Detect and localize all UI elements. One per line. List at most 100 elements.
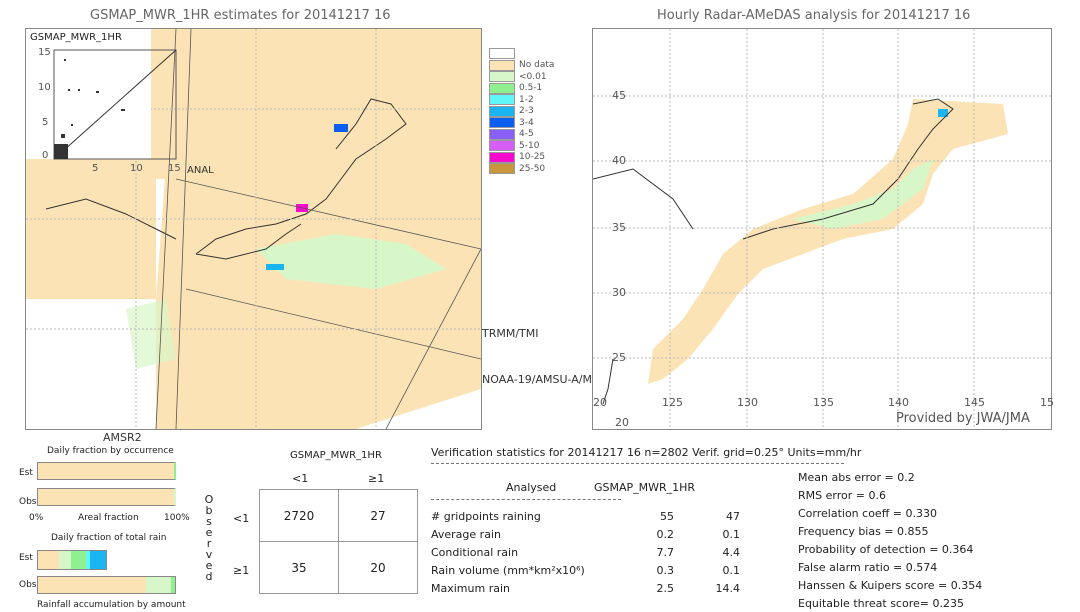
scatter-x-tick: 10	[130, 163, 143, 174]
stat-analysed: 0.3	[656, 564, 675, 577]
left-map-title: GSMAP_MWR_1HR estimates for 20141217 16	[90, 8, 391, 23]
obs-occurrence-bar	[37, 488, 176, 506]
col-header: <1	[292, 472, 309, 485]
col-analysed: Analysed	[506, 481, 557, 494]
stat-estimate: 4.4	[722, 546, 741, 559]
score-item: Frequency bias = 0.855	[798, 525, 929, 538]
lat-tick: 20	[615, 416, 629, 429]
scatter-y-tick: 10	[38, 82, 51, 93]
legend-label: <0.01	[519, 71, 547, 82]
legend-label: No data	[519, 60, 555, 71]
legend-item: 5-10	[489, 140, 554, 152]
stat-analysed: 2.5	[656, 582, 675, 595]
legend-swatch	[489, 48, 515, 60]
lon-tick: 145	[964, 396, 985, 409]
col-estimate: GSMAP_MWR_1HR	[594, 481, 696, 494]
stat-label: # gridpoints raining	[431, 510, 541, 523]
legend-item: 2-3	[489, 105, 554, 118]
stat-label: Maximum rain	[431, 582, 510, 595]
scatter-y-label: GSMAP_MWR_1HR	[30, 32, 122, 43]
total-rain-title: Daily fraction of total rain	[51, 533, 167, 543]
legend-label: 1-2	[519, 94, 534, 105]
swath-label-trmm: TRMM/TMI	[482, 327, 539, 340]
stat-estimate: 47	[726, 510, 740, 523]
legend-swatch	[489, 151, 515, 163]
swath-label-amsr2: AMSR2	[103, 431, 142, 444]
legend-label: 4-5	[519, 129, 534, 140]
legend-label: 10-25	[519, 152, 546, 163]
legend-swatch	[489, 128, 515, 140]
axis-right: 100%	[164, 513, 190, 523]
scatter-y-tick: 5	[42, 117, 49, 128]
stat-analysed: 55	[660, 510, 674, 523]
legend-swatch	[489, 71, 515, 83]
estimate-map	[25, 28, 482, 430]
data-credit: Provided by JWA/JMA	[896, 411, 1030, 426]
legend-label: 25-50	[519, 163, 546, 174]
stat-label: Average rain	[431, 528, 501, 541]
score-item: False alarm ratio = 0.574	[798, 561, 938, 574]
stat-estimate: 0.1	[722, 528, 741, 541]
scatter-x-label: ANAL	[187, 165, 214, 176]
legend-item: No data	[489, 59, 555, 72]
analysis-map-canvas	[593, 29, 1051, 429]
stat-label: Conditional rain	[431, 546, 519, 559]
legend-item: 25-50	[489, 163, 554, 175]
score-item: Probability of detection = 0.364	[798, 543, 974, 556]
obs-total-rain-bar	[37, 576, 176, 594]
legend-swatch	[489, 59, 515, 71]
legend-item: 4-5	[489, 128, 554, 141]
score-item: Correlation coeff = 0.330	[798, 507, 937, 520]
est-occurrence-bar	[37, 462, 176, 480]
stats-header: Verification statistics for 20141217 16 …	[431, 446, 862, 459]
stat-label: Rain volume (mm*km²x10⁶)	[431, 564, 585, 577]
legend-item: 3-4	[489, 117, 554, 129]
legend-swatch	[489, 163, 515, 175]
lat-tick: 40	[612, 154, 626, 167]
legend-item: 0.5-1	[489, 82, 554, 95]
lon-tick: 135	[813, 396, 834, 409]
stat-estimate: 14.4	[715, 582, 741, 595]
cell-miss: 35	[259, 541, 339, 594]
legend-label: 3-4	[519, 117, 534, 128]
scatter-y-tick: 0	[42, 150, 49, 161]
lat-tick: 45	[612, 89, 626, 102]
score-item: RMS error = 0.6	[798, 489, 886, 502]
score-item: Equitable threat score= 0.235	[798, 597, 964, 610]
obs-label: Obs	[19, 580, 37, 590]
est-label: Est	[19, 553, 33, 563]
legend-swatch	[489, 117, 515, 129]
lat-tick: 25	[612, 351, 626, 364]
score-item: Hanssen & Kuipers score = 0.354	[798, 579, 983, 592]
scatter-x-tick: 5	[92, 163, 99, 174]
lon-tick: 125	[662, 396, 683, 409]
accumulation-title: Rainfall accumulation by amount	[37, 600, 186, 610]
legend-label: 2-3	[519, 106, 534, 117]
estimate-map-canvas	[26, 29, 481, 429]
lat-tick: 30	[612, 286, 626, 299]
lon-tick: 20	[593, 396, 607, 409]
legend-label: 5-10	[519, 140, 540, 151]
lon-tick: 130	[737, 396, 758, 409]
contingency-title: GSMAP_MWR_1HR	[290, 450, 382, 461]
legend-label: 0.5-1	[519, 83, 543, 94]
color-legend: No data <0.01 0.5-1 1-2 2-3 3-4 4-5 5-10 10-25 25…	[489, 48, 554, 175]
right-map-title: Hourly Radar-AMeDAS analysis for 2014121…	[657, 8, 971, 23]
score-item: Mean abs error = 0.2	[798, 471, 915, 484]
est-label: Est	[19, 468, 33, 478]
stat-analysed: 0.2	[656, 528, 675, 541]
legend-swatch	[489, 82, 515, 94]
legend-item: <0.01	[489, 71, 554, 83]
lon-tick: 140	[888, 396, 909, 409]
col-header: ≥1	[368, 472, 385, 485]
lon-tick: 15	[1040, 396, 1054, 409]
scatter-x-tick: 15	[168, 163, 181, 174]
contingency-table: 2720 27 35 20	[259, 489, 418, 594]
obs-label: Obs	[19, 497, 37, 507]
est-total-rain-bar	[37, 550, 107, 570]
row-header: ≥1	[233, 564, 250, 577]
axis-left: 0%	[29, 513, 44, 523]
legend-item: 1-2	[489, 94, 554, 106]
cell-false-alarm: 27	[338, 489, 418, 542]
legend-swatch	[489, 140, 515, 152]
